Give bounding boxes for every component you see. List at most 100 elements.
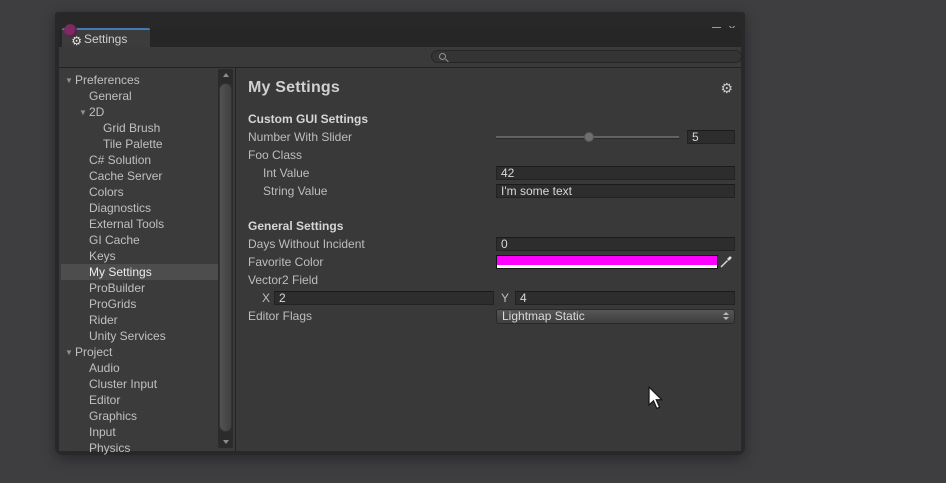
- search-box[interactable]: [431, 50, 742, 63]
- sidebar-item-label: My Settings: [89, 265, 152, 279]
- sidebar-item-label: Cache Server: [89, 169, 162, 183]
- sidebar-item-label: Editor: [89, 393, 120, 407]
- vector2-x-field[interactable]: 2: [274, 291, 494, 305]
- toolbar: [59, 47, 741, 68]
- tab-strip: ⚙ Settings: [59, 28, 741, 47]
- eyedropper-icon[interactable]: [718, 255, 735, 269]
- sidebar-item[interactable]: Tile Palette: [61, 136, 218, 152]
- sidebar-scrollbar: [218, 69, 233, 448]
- slider-thumb[interactable]: [584, 132, 594, 142]
- sidebar-item-label: Graphics: [89, 409, 137, 423]
- scroll-up-button[interactable]: [218, 69, 233, 81]
- dropdown-arrows-icon: [723, 312, 729, 320]
- sidebar-item[interactable]: Rider: [61, 312, 218, 328]
- settings-tree: ▼ Preferences General ▼ 2D: [59, 68, 235, 456]
- field-label: Editor Flags: [248, 309, 496, 323]
- sidebar-item[interactable]: Physics: [61, 440, 218, 456]
- color-alpha-bar: [497, 265, 717, 268]
- sidebar-item-label: Rider: [89, 313, 118, 327]
- expander-arrow-icon[interactable]: ▼: [77, 108, 89, 117]
- sidebar-item-label: Audio: [89, 361, 120, 375]
- sidebar-item[interactable]: Cluster Input: [61, 376, 218, 392]
- settings-sidebar: ▼ Preferences General ▼ 2D: [59, 68, 236, 451]
- sidebar-item-label: Colors: [89, 185, 124, 199]
- sidebar-item-label: Keys: [89, 249, 116, 263]
- page-title: My Settings: [248, 79, 340, 97]
- y-axis-label: Y: [501, 291, 509, 305]
- sidebar-item[interactable]: ▼ 2D: [61, 104, 218, 120]
- expander-arrow-icon[interactable]: ▼: [63, 76, 75, 85]
- settings-tab-icon: ⚙: [65, 31, 82, 46]
- panel-gear-icon[interactable]: ⚙: [720, 80, 733, 97]
- row-editor-flags: Editor Flags Lightmap Static: [248, 307, 735, 325]
- window-titlebar: ×: [59, 12, 741, 28]
- scroll-down-button[interactable]: [218, 436, 233, 448]
- field-label: String Value: [248, 184, 496, 198]
- sidebar-item[interactable]: ProGrids: [61, 296, 218, 312]
- sidebar-item[interactable]: ▼ Project: [61, 344, 218, 360]
- triangle-up-icon: [223, 73, 229, 77]
- vector2-y-field[interactable]: 4: [515, 291, 735, 305]
- search-icon: [439, 53, 446, 60]
- search-input[interactable]: [450, 51, 741, 62]
- row-vector2-xy: X 2 Y 4: [248, 289, 735, 307]
- number-slider[interactable]: [496, 130, 679, 144]
- sidebar-item[interactable]: Grid Brush: [61, 120, 218, 136]
- settings-content: My Settings ⚙ Custom GUI Settings Number…: [236, 68, 741, 451]
- sidebar-item[interactable]: Graphics: [61, 408, 218, 424]
- sidebar-item[interactable]: ProBuilder: [61, 280, 218, 296]
- field-label: Days Without Incident: [248, 237, 496, 251]
- sidebar-item[interactable]: Colors: [61, 184, 218, 200]
- sidebar-item[interactable]: My Settings: [61, 264, 218, 280]
- sidebar-item[interactable]: General: [61, 88, 218, 104]
- int-value-field[interactable]: 42: [496, 166, 735, 180]
- sidebar-item-label: Grid Brush: [103, 121, 160, 135]
- tab-title: Settings: [84, 32, 127, 46]
- sidebar-item[interactable]: Unity Services: [61, 328, 218, 344]
- row-favorite-color: Favorite Color: [248, 253, 735, 271]
- sidebar-item-label: Tile Palette: [103, 137, 163, 151]
- sidebar-item-label: Diagnostics: [89, 201, 151, 215]
- field-label: Int Value: [248, 166, 496, 180]
- scrollbar-thumb[interactable]: [219, 83, 232, 432]
- sidebar-item-label: Physics: [89, 441, 130, 455]
- sidebar-item[interactable]: Input: [61, 424, 218, 440]
- sidebar-item-label: Cluster Input: [89, 377, 157, 391]
- sidebar-item-label: Input: [89, 425, 116, 439]
- sidebar-item[interactable]: Keys: [61, 248, 218, 264]
- string-value-field[interactable]: I'm some text: [496, 184, 735, 198]
- sidebar-item[interactable]: C# Solution: [61, 152, 218, 168]
- sidebar-item-label: Unity Services: [89, 329, 166, 343]
- desktop: { "window": { "tab_title": "Settings" },…: [0, 0, 946, 483]
- sidebar-item[interactable]: ▼ Preferences: [61, 72, 218, 88]
- x-axis-label: X: [262, 291, 270, 305]
- color-field[interactable]: [496, 255, 718, 269]
- editor-flags-dropdown[interactable]: Lightmap Static: [496, 309, 735, 324]
- expander-arrow-icon[interactable]: ▼: [63, 348, 75, 357]
- settings-window: × ⚙ Settings ▼: [55, 12, 745, 455]
- field-label: Favorite Color: [248, 255, 496, 269]
- field-label: Vector2 Field: [248, 273, 496, 287]
- row-string-value: String Value I'm some text: [248, 182, 735, 200]
- purple-dot-icon: [64, 24, 77, 37]
- sidebar-item[interactable]: GI Cache: [61, 232, 218, 248]
- sidebar-item-label: General: [89, 89, 132, 103]
- sidebar-item-label: External Tools: [89, 217, 164, 231]
- color-swatch-fill: [497, 256, 717, 265]
- days-field[interactable]: 0: [496, 237, 735, 251]
- sidebar-item-label: 2D: [89, 105, 104, 119]
- row-vector2-label: Vector2 Field: [248, 271, 735, 289]
- row-days-without-incident: Days Without Incident 0: [248, 235, 735, 253]
- section-header-general: General Settings: [248, 217, 735, 235]
- field-label: Foo Class: [248, 148, 496, 162]
- sidebar-item[interactable]: Cache Server: [61, 168, 218, 184]
- sidebar-item-label: ProBuilder: [89, 281, 145, 295]
- sidebar-item-label: GI Cache: [89, 233, 140, 247]
- sidebar-item[interactable]: Editor: [61, 392, 218, 408]
- sidebar-item[interactable]: Audio: [61, 360, 218, 376]
- tab-settings[interactable]: ⚙ Settings: [62, 28, 150, 47]
- slider-value-field[interactable]: 5: [687, 130, 735, 144]
- sidebar-item[interactable]: External Tools: [61, 216, 218, 232]
- sidebar-item-label: C# Solution: [89, 153, 151, 167]
- sidebar-item[interactable]: Diagnostics: [61, 200, 218, 216]
